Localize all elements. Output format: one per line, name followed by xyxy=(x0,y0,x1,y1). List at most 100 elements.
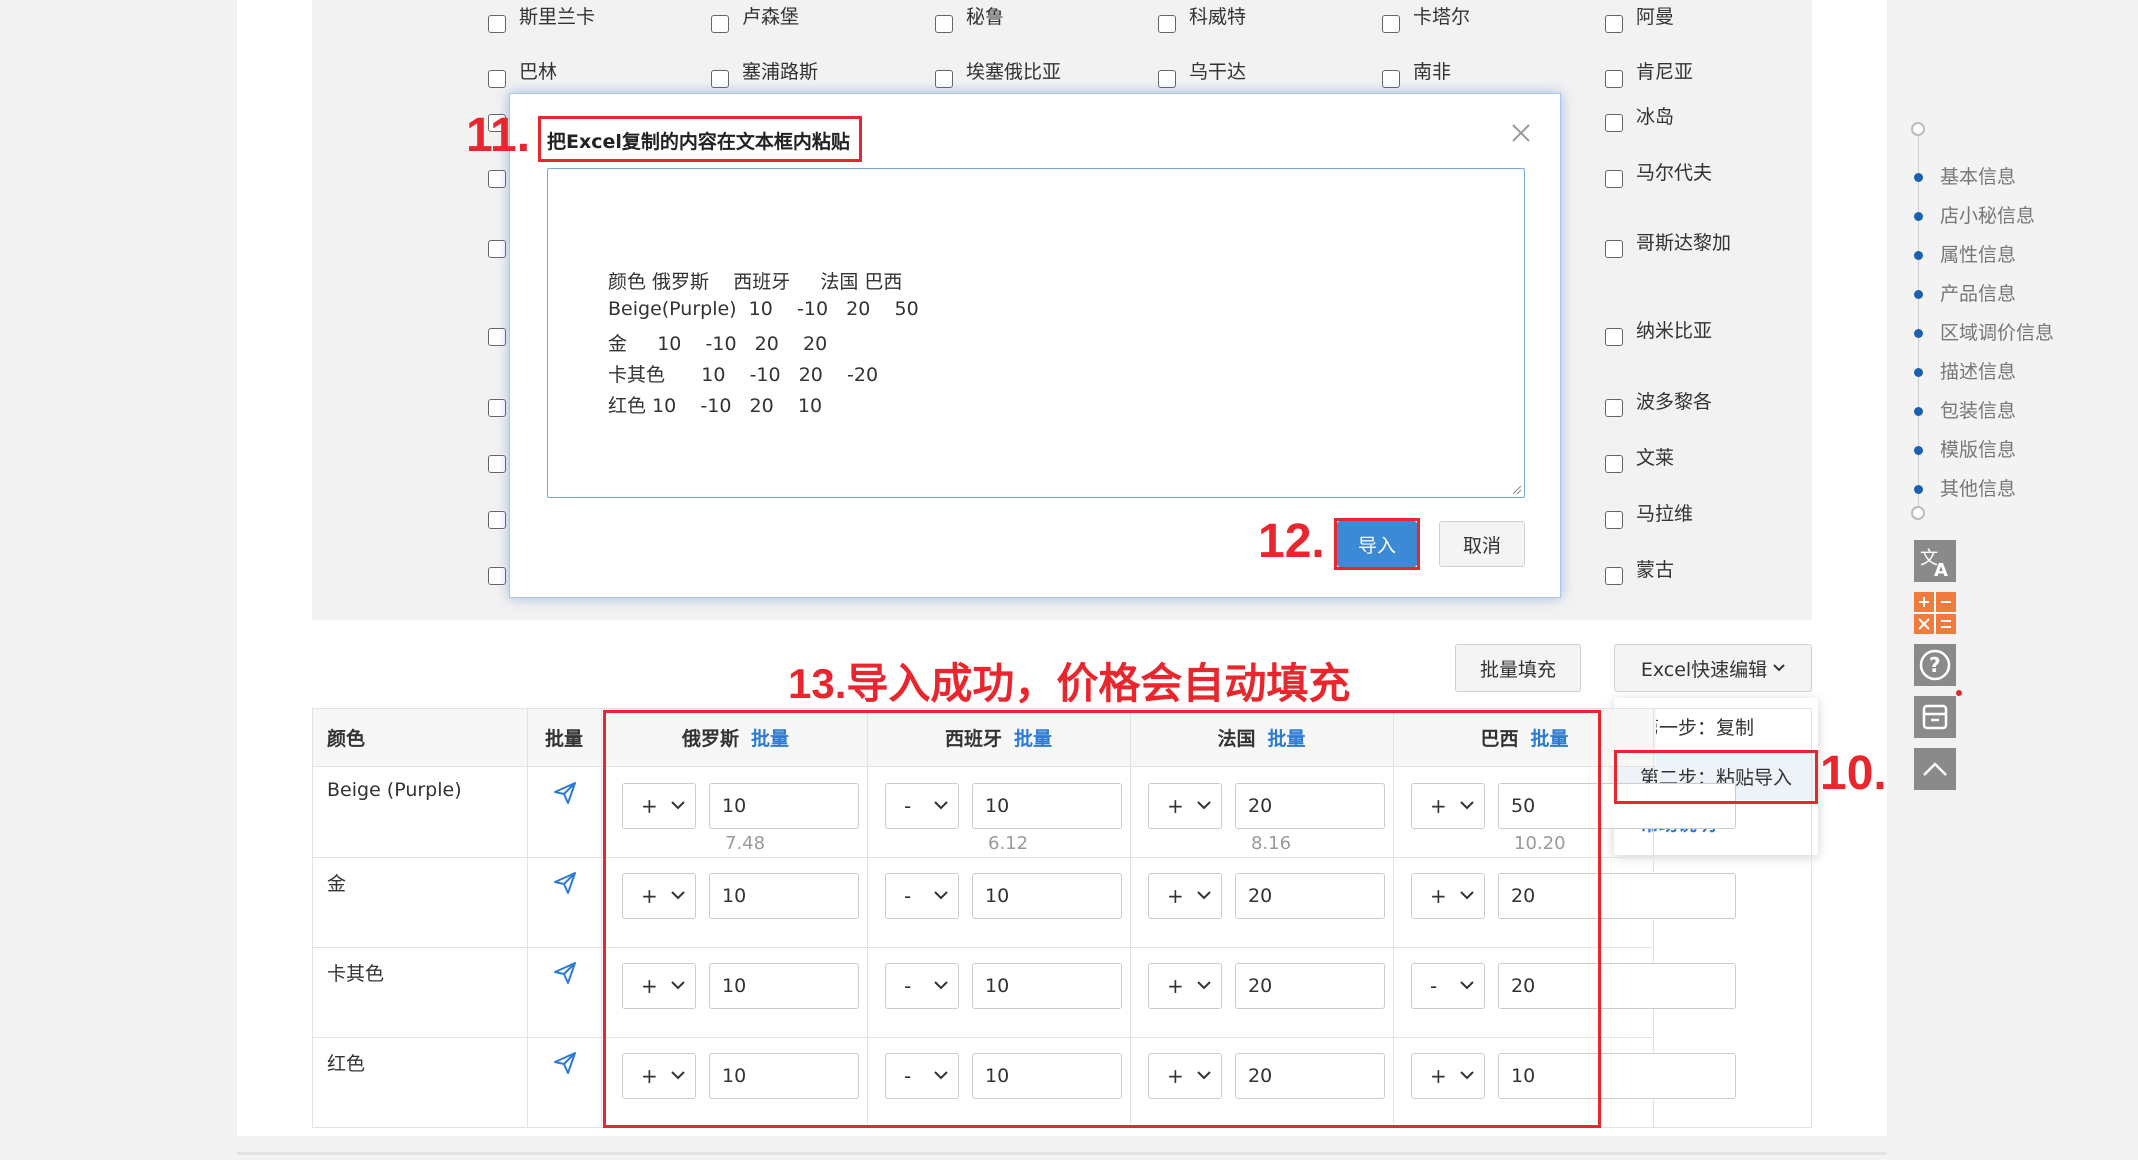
country-checkbox[interactable] xyxy=(935,15,953,33)
annotation-step-12: 12. xyxy=(1258,515,1325,568)
country-label: 纳米比亚 xyxy=(1636,320,1713,342)
country-checkbox[interactable] xyxy=(488,170,506,188)
header-color: 颜色 xyxy=(313,709,527,767)
back-to-top-icon[interactable] xyxy=(1914,748,1956,790)
svg-text:A: A xyxy=(1934,560,1948,578)
annotation-box-table xyxy=(603,710,1601,1128)
svg-text:?: ? xyxy=(1929,653,1941,677)
close-icon[interactable] xyxy=(1510,122,1532,144)
country-label: 卢森堡 xyxy=(742,6,800,28)
nav-item[interactable]: 其他信息 xyxy=(1940,474,2016,501)
annotation-step-10: 10. xyxy=(1820,747,1887,800)
country-checkbox[interactable] xyxy=(1605,70,1623,88)
nav-item[interactable]: 模版信息 xyxy=(1940,435,2016,462)
nav-item[interactable]: 店小秘信息 xyxy=(1940,201,2035,228)
nav-item[interactable]: 属性信息 xyxy=(1940,240,2016,267)
country-checkbox[interactable] xyxy=(488,511,506,529)
paste-textarea[interactable]: 颜色 俄罗斯 西班牙 法国 巴西 Beige(Purple) 10 -10 20 … xyxy=(547,168,1525,498)
country-label: 乌干达 xyxy=(1189,61,1247,83)
nav-item[interactable]: 基本信息 xyxy=(1940,162,2016,189)
notification-dot xyxy=(1956,690,1962,696)
country-checkbox[interactable] xyxy=(935,70,953,88)
annotation-box-paste-import xyxy=(1614,750,1818,804)
help-icon[interactable]: ? xyxy=(1914,644,1956,686)
nav-dot xyxy=(1914,290,1923,299)
column-divider xyxy=(601,709,602,1127)
nav-dot xyxy=(1914,329,1923,338)
paste-text-line: Beige(Purple) 10 -10 20 50 xyxy=(608,298,919,320)
resize-handle-icon[interactable] xyxy=(1512,485,1522,495)
country-checkbox[interactable] xyxy=(1158,70,1176,88)
nav-item[interactable]: 区域调价信息 xyxy=(1940,318,2054,345)
country-checkbox[interactable] xyxy=(1605,455,1623,473)
color-name: 金 xyxy=(327,873,347,895)
country-checkbox[interactable] xyxy=(1605,328,1623,346)
country-checkbox[interactable] xyxy=(711,70,729,88)
country-checkbox[interactable] xyxy=(488,399,506,417)
divider xyxy=(237,1152,1887,1155)
annotation-box-title xyxy=(538,116,862,162)
archive-icon[interactable] xyxy=(1914,696,1956,738)
country-checkbox[interactable] xyxy=(1605,240,1623,258)
country-label: 文莱 xyxy=(1636,447,1675,469)
send-icon[interactable] xyxy=(553,961,579,987)
country-checkbox[interactable] xyxy=(1605,567,1623,585)
country-checkbox[interactable] xyxy=(488,15,506,33)
cancel-button[interactable]: 取消 xyxy=(1439,521,1525,567)
excel-quick-edit-label: Excel快速编辑 xyxy=(1640,658,1768,681)
color-name: 卡其色 xyxy=(327,963,385,985)
send-icon[interactable] xyxy=(553,1051,579,1077)
country-label: 秘鲁 xyxy=(966,6,1005,28)
nav-line xyxy=(1918,132,1919,517)
nav-end-ring xyxy=(1911,506,1925,520)
country-checkbox[interactable] xyxy=(1605,511,1623,529)
country-label: 卡塔尔 xyxy=(1413,6,1471,28)
country-checkbox[interactable] xyxy=(1605,15,1623,33)
country-label: 埃塞俄比亚 xyxy=(966,61,1062,83)
nav-item[interactable]: 产品信息 xyxy=(1940,279,2016,306)
nav-dot xyxy=(1914,446,1923,455)
country-label: 科威特 xyxy=(1189,6,1247,28)
country-label: 斯里兰卡 xyxy=(519,6,596,28)
column-divider xyxy=(527,709,528,1127)
country-checkbox[interactable] xyxy=(488,70,506,88)
country-label: 巴林 xyxy=(519,61,558,83)
country-checkbox[interactable] xyxy=(488,455,506,473)
chevron-down-icon xyxy=(1773,664,1785,672)
country-checkbox[interactable] xyxy=(1382,15,1400,33)
nav-dot xyxy=(1914,173,1923,182)
paste-text-line: 金 10 -10 20 20 xyxy=(608,333,828,355)
country-label: 塞浦路斯 xyxy=(742,61,819,83)
excel-quick-edit-button[interactable]: Excel快速编辑 xyxy=(1614,644,1812,692)
nav-item[interactable]: 包装信息 xyxy=(1940,396,2016,423)
calculator-icon[interactable] xyxy=(1914,592,1956,634)
country-checkbox[interactable] xyxy=(488,240,506,258)
country-label: 阿曼 xyxy=(1636,6,1675,28)
send-icon[interactable] xyxy=(553,871,579,897)
annotation-step-13: 13.导入成功，价格会自动填充 xyxy=(788,660,1351,707)
country-checkbox[interactable] xyxy=(1605,114,1623,132)
translate-icon[interactable]: 文A xyxy=(1914,540,1956,582)
nav-dot xyxy=(1914,251,1923,260)
color-name: 红色 xyxy=(327,1053,366,1075)
country-label: 马尔代夫 xyxy=(1636,162,1713,184)
country-checkbox[interactable] xyxy=(1158,15,1176,33)
country-checkbox[interactable] xyxy=(1605,170,1623,188)
paste-text-line: 卡其色 10 -10 20 -20 xyxy=(608,364,879,386)
country-checkbox[interactable] xyxy=(488,567,506,585)
country-checkbox[interactable] xyxy=(1605,399,1623,417)
country-label: 马拉维 xyxy=(1636,503,1694,525)
country-label: 冰岛 xyxy=(1636,106,1675,128)
country-label: 肯尼亚 xyxy=(1636,61,1694,83)
nav-start-ring xyxy=(1911,122,1925,136)
batch-fill-button[interactable]: 批量填充 xyxy=(1455,644,1581,692)
country-label: 蒙古 xyxy=(1636,559,1675,581)
country-checkbox[interactable] xyxy=(1382,70,1400,88)
country-label: 哥斯达黎加 xyxy=(1636,232,1732,254)
send-icon[interactable] xyxy=(553,781,579,807)
nav-item[interactable]: 描述信息 xyxy=(1940,357,2016,384)
country-label: 南非 xyxy=(1413,61,1452,83)
color-name: Beige (Purple) xyxy=(327,779,462,801)
country-checkbox[interactable] xyxy=(488,328,506,346)
country-checkbox[interactable] xyxy=(711,15,729,33)
